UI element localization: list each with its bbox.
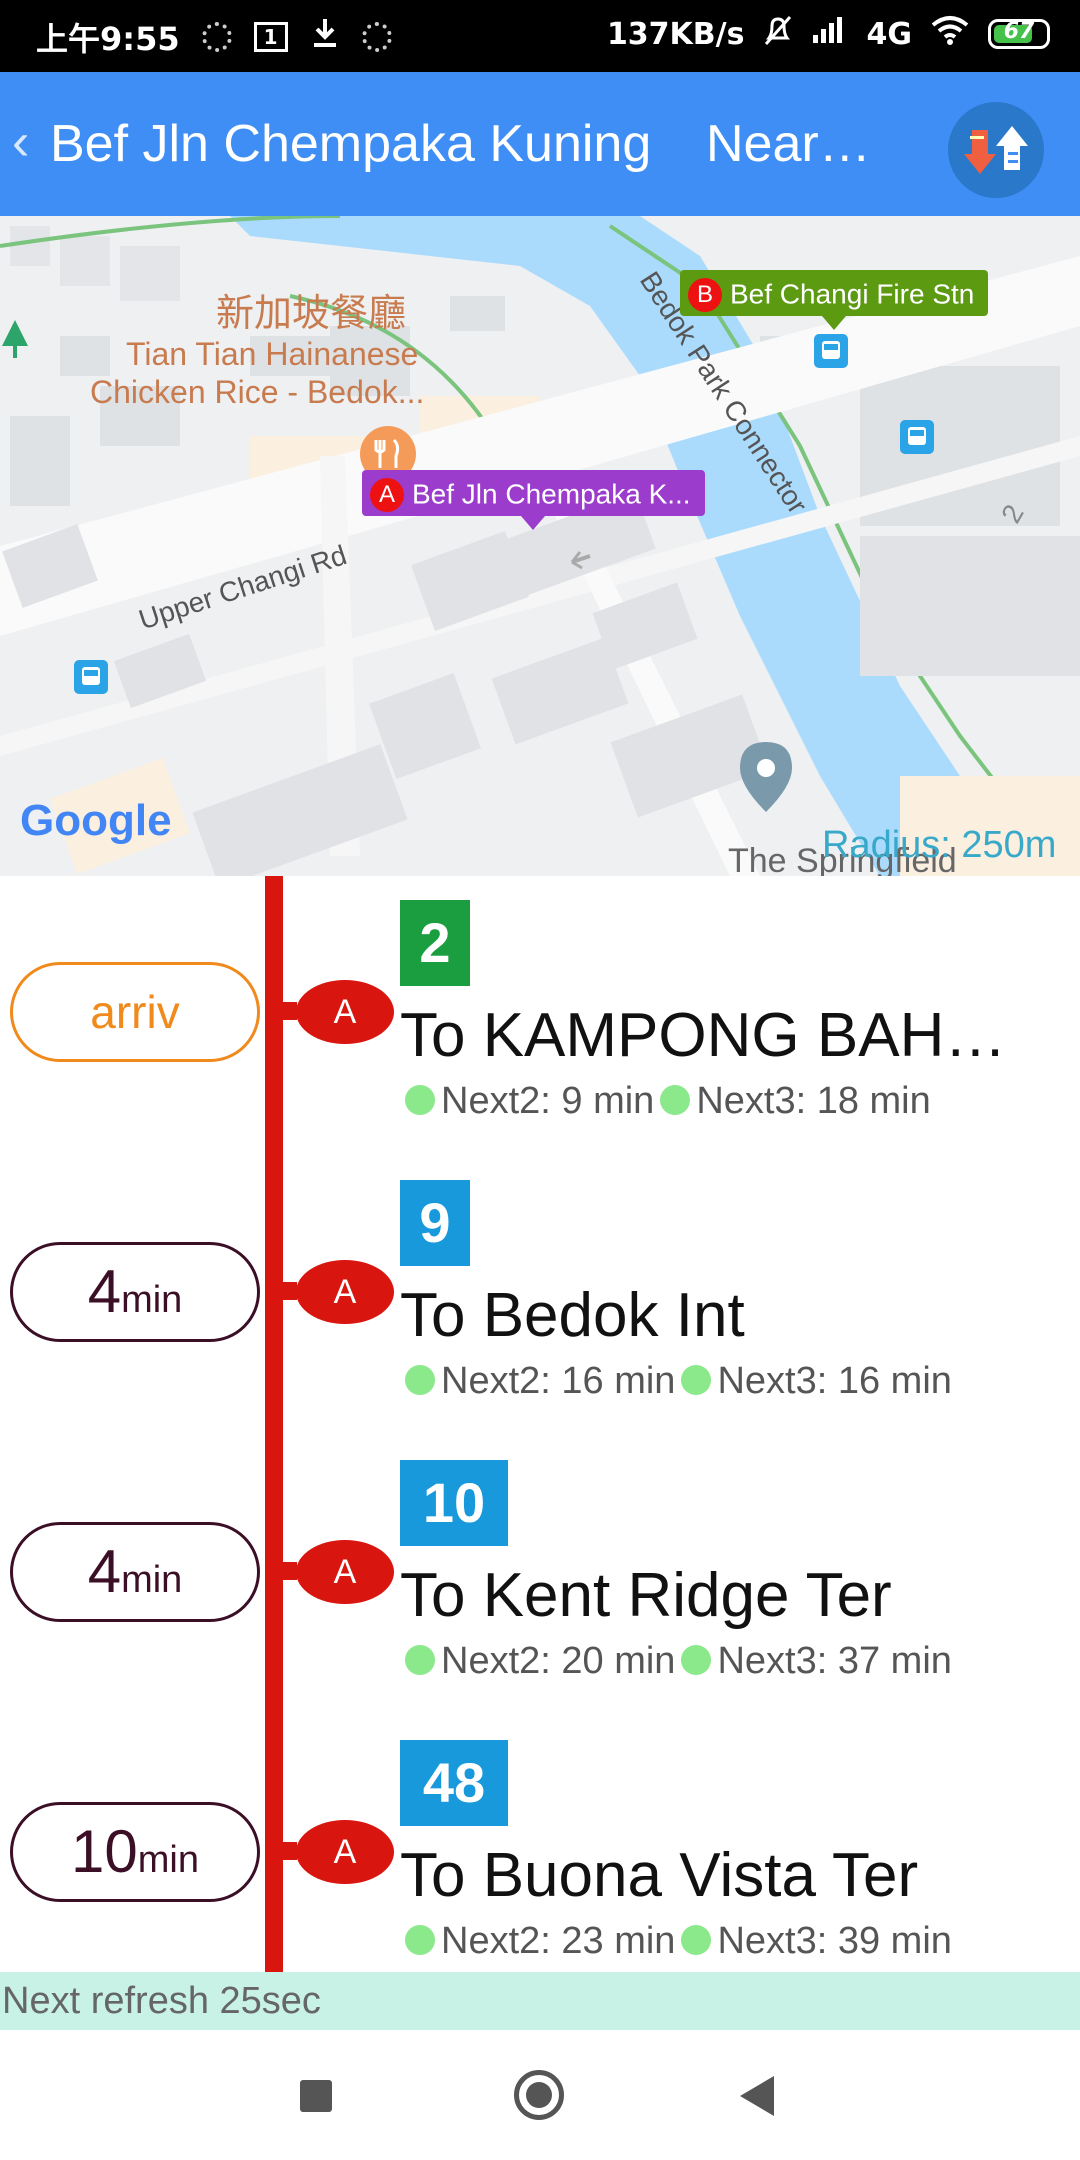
next3-label: Next3: 39 min xyxy=(717,1920,952,1962)
radius-label: Radius: 250m xyxy=(822,824,1057,866)
stop-letter-badge: A xyxy=(296,1820,394,1884)
stop-tick xyxy=(283,1842,297,1860)
next3-dot xyxy=(681,1924,712,1955)
sim-badge-icon: 1 xyxy=(253,22,288,52)
next-arrivals: Next2: 23 min Next3: 39 min xyxy=(405,1920,952,1963)
next-arrivals: Next2: 9 min Next3: 18 min xyxy=(405,1080,931,1123)
eta-unit: min xyxy=(121,1279,183,1321)
status-bar: 上午9:55 1 137KB/s 4G 67 xyxy=(0,0,1080,72)
bus-number-badge[interactable]: 10 xyxy=(400,1460,508,1546)
next2-dot xyxy=(405,1364,435,1395)
net-speed: 137KB/s xyxy=(606,16,745,52)
nav-bar xyxy=(0,2030,1080,2160)
google-logo: Google xyxy=(20,796,172,845)
restaurant-name-en-2: Chicken Rice - Bedok... xyxy=(90,374,425,410)
next-arrivals: Next2: 20 min Next3: 37 min xyxy=(405,1640,952,1683)
restaurant-name-en-1: Tian Tian Hainanese xyxy=(126,336,419,372)
eta-unit: min xyxy=(137,1839,199,1881)
bus-stop-icon-2[interactable] xyxy=(900,420,934,454)
next3-dot xyxy=(681,1644,712,1675)
stop-letter-badge: A xyxy=(296,1540,394,1604)
mute-bell-icon xyxy=(763,14,793,54)
sort-arrows-icon xyxy=(964,126,1028,174)
next3-label: Next3: 18 min xyxy=(696,1080,931,1122)
wifi-icon xyxy=(930,15,970,53)
pin-b-label: Bef Changi Fire Stn xyxy=(730,278,975,310)
chevron-left-icon[interactable]: ‹ xyxy=(12,112,29,172)
app-bar: ‹ Bef Jln Chempaka Kuning Nearby stops xyxy=(0,72,1080,216)
next2-dot xyxy=(405,1644,435,1675)
service-row[interactable]: arrivA2To KAMPONG BAHRU TERNext2: 9 minN… xyxy=(0,876,1080,1156)
eta-pill[interactable]: 4min xyxy=(10,1522,260,1622)
next3-dot xyxy=(681,1364,712,1395)
download-icon xyxy=(310,17,340,57)
stop-tick xyxy=(283,1002,297,1020)
nearby-tab[interactable]: Nearby stops xyxy=(706,114,886,174)
map-pin-b[interactable]: B Bef Changi Fire Stn xyxy=(680,270,989,330)
next2-label: Next2: 16 min xyxy=(441,1360,676,1402)
eta-value: 4 xyxy=(87,1538,122,1605)
next3-label: Next3: 16 min xyxy=(717,1360,952,1402)
bus-number-badge[interactable]: 9 xyxy=(400,1180,470,1266)
bus-number-badge[interactable]: 2 xyxy=(400,900,470,986)
service-row[interactable]: 4min A 10 To Kent Ridge Ter Next2: 20 min Nex… xyxy=(0,1436,1080,1716)
park-icon xyxy=(0,316,30,376)
destination-label: To Buona Vista Ter xyxy=(400,1841,919,1910)
destination-label: To Bedok Int xyxy=(400,1281,745,1350)
eta-value: 10 xyxy=(71,1818,138,1885)
sort-button[interactable] xyxy=(948,102,1044,198)
bus-service-list[interactable]: arrivA2To KAMPONG BAHRU TERNext2: 9 minN… xyxy=(0,876,1080,1972)
place-marker-icon[interactable] xyxy=(738,740,794,814)
eta-pill[interactable]: 10min xyxy=(10,1802,260,1902)
eta-pill[interactable]: arriv xyxy=(10,962,260,1062)
eta-value: arriv xyxy=(90,986,180,1038)
destination-label: To KAMPONG BAHRU TER xyxy=(400,1001,1050,1070)
stop-letter-badge: A xyxy=(296,1260,394,1324)
stop-tick xyxy=(283,1282,297,1300)
next-arrivals: Next2: 16 min Next3: 16 min xyxy=(405,1360,952,1403)
refresh-status: Next refresh 25sec xyxy=(0,1972,1080,2030)
signal-icon xyxy=(811,15,849,53)
service-row[interactable]: 10min A 48 To Buona Vista Ter Next2: 23 min N… xyxy=(0,1716,1080,1972)
next3-label: Next3: 37 min xyxy=(717,1640,952,1682)
circle-home-icon[interactable] xyxy=(514,2070,564,2120)
next2-label: Next2: 9 min xyxy=(441,1080,655,1122)
eta-pill[interactable]: 4min xyxy=(10,1242,260,1342)
loading-icon-2 xyxy=(361,22,392,52)
loading-icon xyxy=(201,22,232,52)
eta-unit: min xyxy=(121,1559,183,1601)
map-pin-a[interactable]: A Bef Jln Chempaka K... xyxy=(362,470,705,530)
pin-a-letter: A xyxy=(370,477,404,512)
next2-dot xyxy=(405,1084,435,1115)
stop-tick xyxy=(283,1562,297,1580)
triangle-back-icon[interactable] xyxy=(740,2076,774,2116)
square-icon[interactable] xyxy=(300,2080,332,2112)
eta-value: 4 xyxy=(87,1258,122,1325)
stop-title[interactable]: Bef Jln Chempaka Kuning xyxy=(50,114,670,174)
pin-a-label: Bef Jln Chempaka K... xyxy=(412,478,691,510)
bus-number-badge[interactable]: 48 xyxy=(400,1740,508,1826)
next2-label: Next2: 20 min xyxy=(441,1640,676,1682)
battery-icon: 67 xyxy=(988,19,1050,49)
next2-dot xyxy=(405,1924,435,1955)
bus-stop-icon-1[interactable] xyxy=(74,660,108,694)
stop-letter-badge: A xyxy=(296,980,394,1044)
status-time: 上午9:55 xyxy=(36,20,180,58)
next3-dot xyxy=(660,1084,691,1115)
restaurant-name-cn: 新加坡餐廳 xyxy=(216,291,407,335)
map-view[interactable]: 新加坡餐廳 Tian Tian Hainanese Chicken Rice -… xyxy=(0,216,1080,876)
destination-label: To Kent Ridge Ter xyxy=(400,1561,892,1630)
bus-stop-icon-3[interactable] xyxy=(814,334,848,368)
network-type: 4G xyxy=(866,16,913,52)
service-row[interactable]: 4min A 9 To Bedok Int Next2: 16 min Next3: 16… xyxy=(0,1156,1080,1436)
battery-level: 67 xyxy=(1003,19,1035,44)
pin-b-letter: B xyxy=(688,277,722,312)
next2-label: Next2: 23 min xyxy=(441,1920,676,1962)
